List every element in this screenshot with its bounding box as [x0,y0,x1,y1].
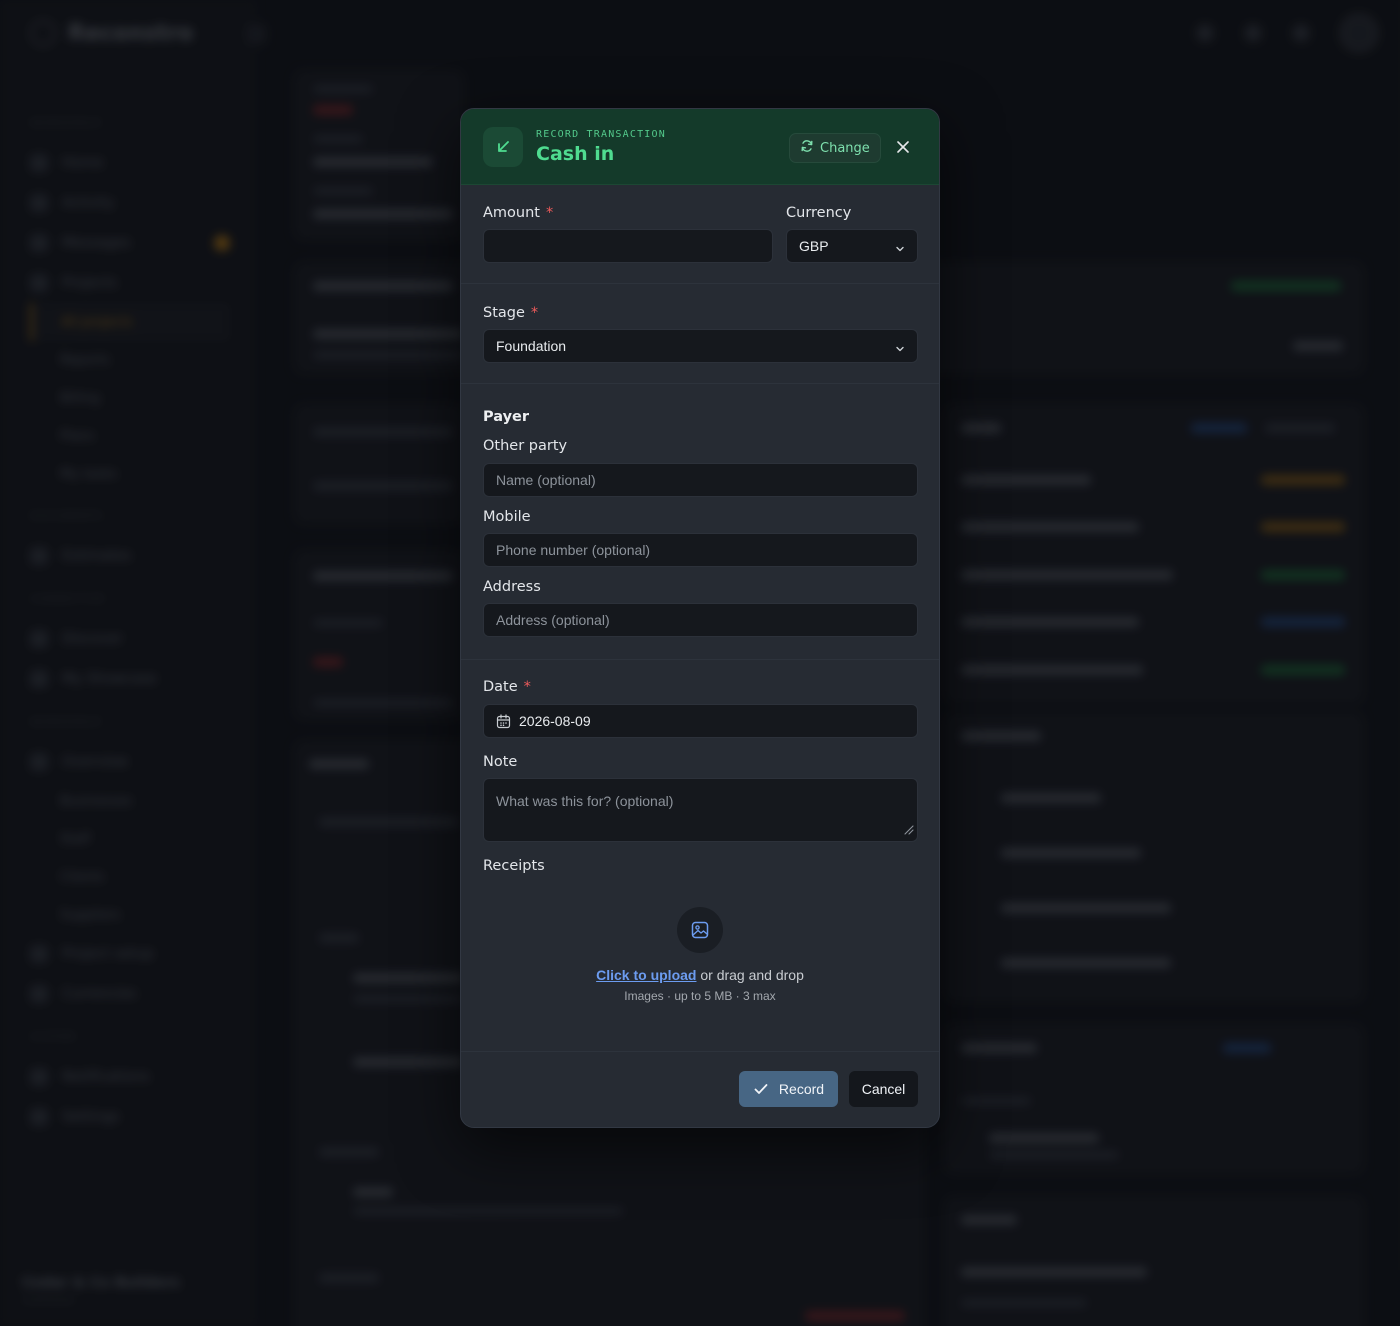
resize-handle-icon[interactable] [902,822,914,838]
other-party-label: Other party [483,438,568,454]
divider [461,1051,939,1052]
record-button-label: Record [778,1081,825,1097]
click-to-upload-link[interactable]: Click to upload [596,967,696,983]
currency-select[interactable]: GBP [786,229,918,263]
arrow-down-left-icon [483,127,523,167]
amount-input[interactable] [483,229,773,263]
stage-label: Stage * [483,305,539,321]
chevron-down-icon [895,341,905,357]
note-textarea[interactable]: What was this for? (optional) [483,778,918,842]
address-label: Address [483,579,541,595]
divider [461,283,939,284]
stage-select[interactable]: Foundation [483,329,918,363]
record-transaction-modal: RECORD TRANSACTION Cash in Change Amount… [460,108,940,1128]
close-modal-button[interactable] [893,137,913,157]
date-input[interactable]: 2026-08-09 [483,704,918,738]
image-upload-icon[interactable] [677,907,723,953]
divider [461,659,939,660]
mobile-label: Mobile [483,509,531,525]
modal-eyebrow: RECORD TRANSACTION [536,129,666,140]
divider [461,383,939,384]
payer-section-title: Payer [483,409,530,425]
modal-title: Cash in [536,143,615,165]
payer-name-input[interactable]: Name (optional) [483,463,918,497]
calendar-icon [496,713,511,729]
note-placeholder: What was this for? (optional) [496,793,674,809]
receipts-label: Receipts [483,858,545,874]
currency-label: Currency [786,205,852,221]
check-icon [753,1081,769,1097]
date-value: 2026-08-09 [519,713,591,729]
payer-phone-input[interactable]: Phone number (optional) [483,533,918,567]
currency-value: GBP [799,238,829,254]
chevron-down-icon [895,241,905,257]
record-button[interactable]: Record [739,1071,838,1107]
cancel-button[interactable]: Cancel [849,1071,918,1107]
stage-value: Foundation [496,338,567,354]
change-button-label: Change [820,140,870,156]
change-type-button[interactable]: Change [789,133,881,163]
refresh-icon [800,139,814,157]
upload-prompt: Click to upload or drag and drop [461,967,939,983]
payer-address-input[interactable]: Address (optional) [483,603,918,637]
note-label: Note [483,754,518,770]
upload-prompt-rest: or drag and drop [696,967,804,983]
amount-label: Amount * [483,205,554,221]
close-icon [897,138,909,157]
date-label: Date * [483,679,531,695]
modal-header: RECORD TRANSACTION Cash in Change [461,109,939,185]
upload-hint: Images · up to 5 MB · 3 max [624,989,776,1003]
